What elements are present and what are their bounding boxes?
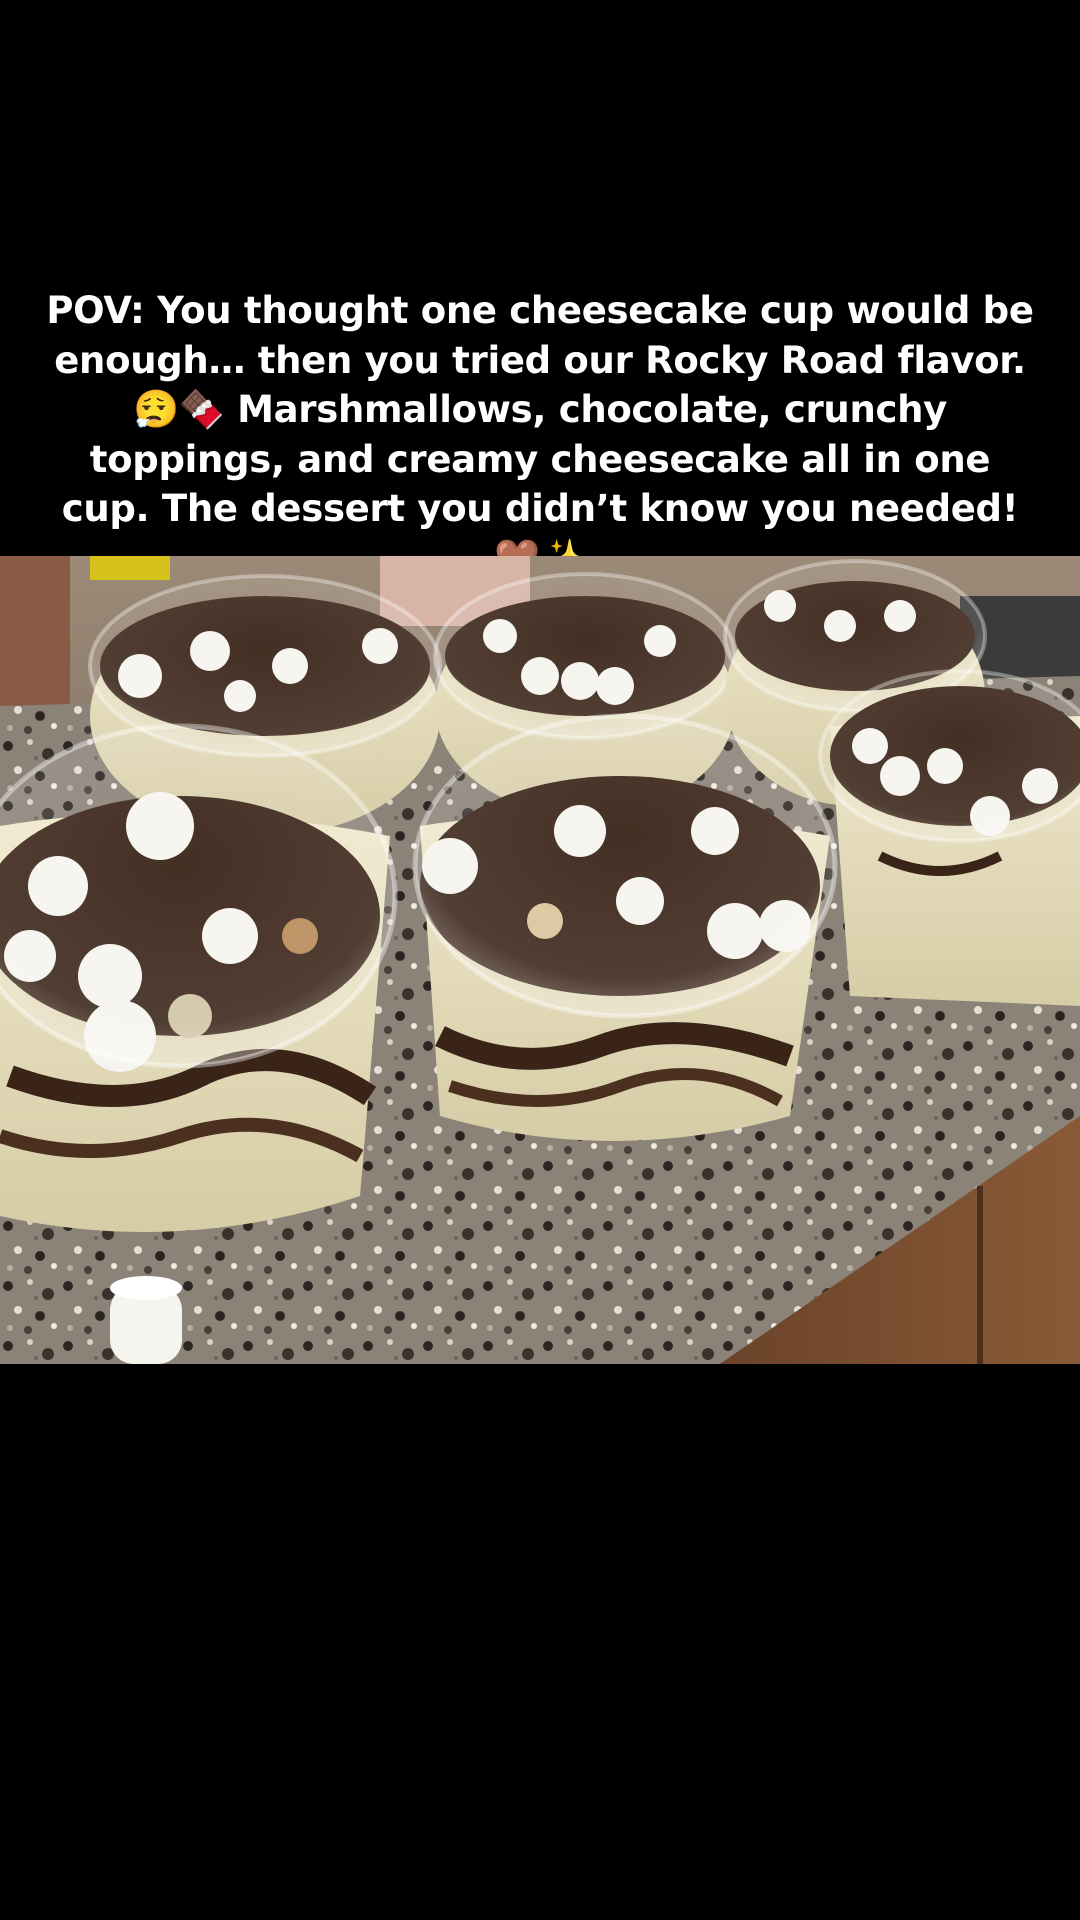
cup-front-middle	[412, 713, 838, 1141]
video-frame[interactable]: POV: You thought one cheesecake cup woul…	[0, 0, 1080, 1920]
dessert-photo-illustration	[0, 556, 1080, 1364]
post-caption: POV: You thought one cheesecake cup woul…	[46, 289, 1034, 580]
dessert-photo	[0, 556, 1080, 1364]
cup-right	[818, 669, 1080, 1006]
loose-marshmallow	[110, 1276, 182, 1364]
cup-front-left	[0, 723, 398, 1232]
